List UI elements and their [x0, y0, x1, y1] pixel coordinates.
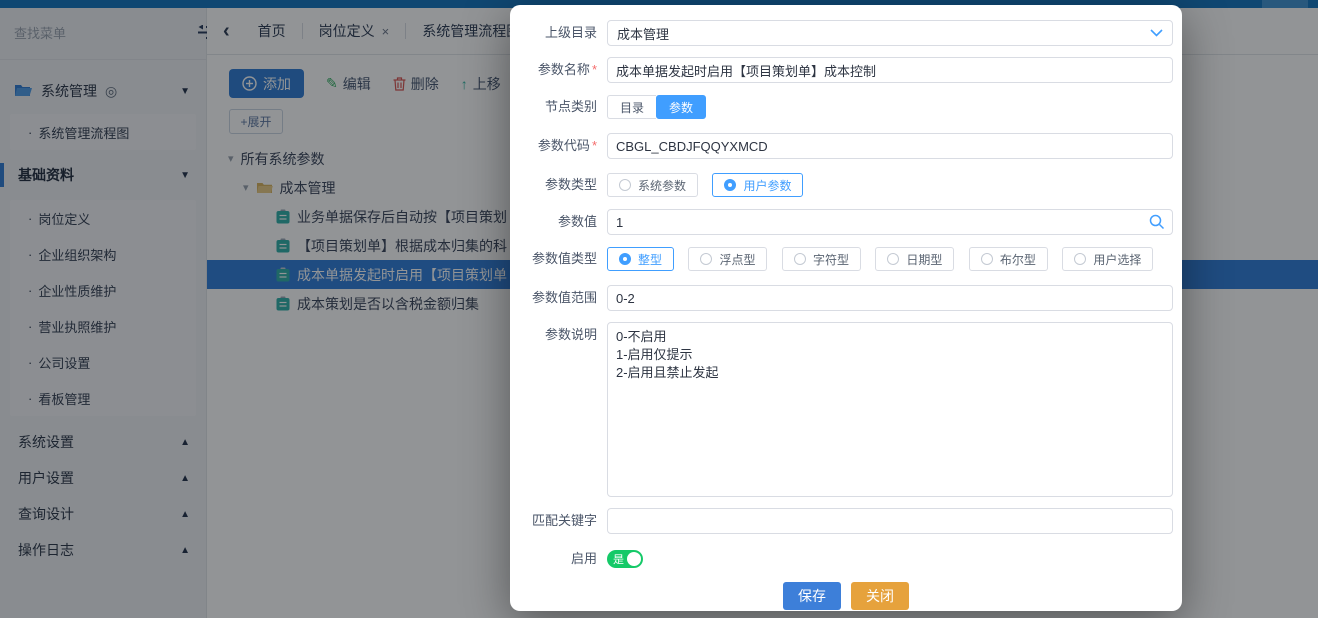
field-label: 参数说明	[510, 322, 607, 348]
close-button[interactable]: 关闭	[851, 582, 909, 610]
radio-label: 用户参数	[743, 177, 791, 194]
radio-label: 字符型	[813, 251, 849, 268]
enabled-toggle[interactable]: 是	[607, 550, 643, 568]
radio-boolean[interactable]: 布尔型	[969, 247, 1048, 271]
field-label: 参数代码	[538, 138, 590, 153]
chevron-down-icon	[1150, 29, 1163, 37]
radio-icon	[981, 253, 993, 265]
param-type-radio-group: 系统参数 用户参数	[607, 173, 813, 197]
field-label: 参数值	[510, 209, 607, 235]
form-row-value-range: 参数值范围	[510, 285, 1182, 311]
radio-integer[interactable]: 整型	[607, 247, 674, 271]
parent-dir-select[interactable]: 成本管理	[607, 20, 1173, 46]
radio-float[interactable]: 浮点型	[688, 247, 767, 271]
required-mark: *	[592, 62, 597, 77]
param-desc-textarea[interactable]: 0-不启用 1-启用仅提示 2-启用且禁止发起	[607, 322, 1173, 497]
field-label: 节点类别	[510, 94, 607, 120]
value-type-radio-group: 整型 浮点型 字符型 日期型 布尔型	[607, 247, 1163, 271]
radio-icon	[619, 253, 631, 265]
node-type-option-directory[interactable]: 目录	[607, 95, 656, 119]
radio-date[interactable]: 日期型	[875, 247, 954, 271]
radio-label: 日期型	[906, 251, 942, 268]
form-row-param-desc: 参数说明 0-不启用 1-启用仅提示 2-启用且禁止发起	[510, 322, 1182, 497]
field-label: 启用	[510, 550, 607, 568]
radio-user-select[interactable]: 用户选择	[1062, 247, 1153, 271]
field-label: 匹配关键字	[510, 508, 607, 534]
field-label: 参数值类型	[510, 246, 607, 272]
parameter-edit-dialog: 上级目录 成本管理 参数名称* 节点类别 目录 参数 参数代码* 参数类型	[510, 5, 1182, 611]
param-code-input[interactable]	[607, 133, 1173, 159]
form-row-param-type: 参数类型 系统参数 用户参数	[510, 172, 1182, 198]
required-mark: *	[592, 138, 597, 153]
radio-system-param[interactable]: 系统参数	[607, 173, 698, 197]
toggle-knob	[627, 552, 641, 566]
toggle-state-label: 是	[613, 551, 624, 567]
dialog-button-row: 保存 关闭	[510, 582, 1182, 610]
match-keyword-input[interactable]	[607, 508, 1173, 534]
search-icon[interactable]	[1149, 214, 1165, 235]
field-label: 参数值范围	[510, 285, 607, 311]
field-label: 参数名称	[538, 62, 590, 77]
radio-label: 布尔型	[1000, 251, 1036, 268]
parent-dir-value: 成本管理	[617, 24, 669, 43]
form-row-enabled: 启用 是	[510, 550, 1182, 568]
form-row-node-type: 节点类别 目录 参数	[510, 94, 1182, 120]
radio-label: 用户选择	[1093, 251, 1141, 268]
form-row-param-value: 参数值	[510, 209, 1182, 235]
form-row-value-type: 参数值类型 整型 浮点型 字符型 日期型	[510, 246, 1182, 272]
radio-icon	[794, 253, 806, 265]
app-window: 系统管理 ◎ ▼ · 系统管理流程图 基础资料 ▼ · 岗位定义 · 企业组织架…	[0, 0, 1318, 618]
radio-icon	[887, 253, 899, 265]
field-label: 参数类型	[510, 172, 607, 198]
node-type-option-parameter[interactable]: 参数	[656, 95, 706, 119]
param-name-input[interactable]	[607, 57, 1173, 83]
node-type-segmented: 目录 参数	[607, 95, 706, 119]
radio-icon	[700, 253, 712, 265]
radio-string[interactable]: 字符型	[782, 247, 861, 271]
radio-label: 浮点型	[719, 251, 755, 268]
value-range-input[interactable]	[607, 285, 1173, 311]
form-row-param-code: 参数代码*	[510, 133, 1182, 159]
field-label: 上级目录	[510, 20, 607, 46]
radio-label: 整型	[638, 251, 662, 268]
radio-label: 系统参数	[638, 177, 686, 194]
radio-icon	[1074, 253, 1086, 265]
radio-icon	[619, 179, 631, 191]
radio-icon	[724, 179, 736, 191]
radio-user-param[interactable]: 用户参数	[712, 173, 803, 197]
form-row-parent-dir: 上级目录 成本管理	[510, 20, 1182, 46]
param-value-wrap	[607, 209, 1173, 235]
form-row-param-name: 参数名称*	[510, 57, 1182, 83]
save-button[interactable]: 保存	[783, 582, 841, 610]
param-value-input[interactable]	[607, 209, 1173, 235]
form-row-match-keyword: 匹配关键字	[510, 508, 1182, 534]
